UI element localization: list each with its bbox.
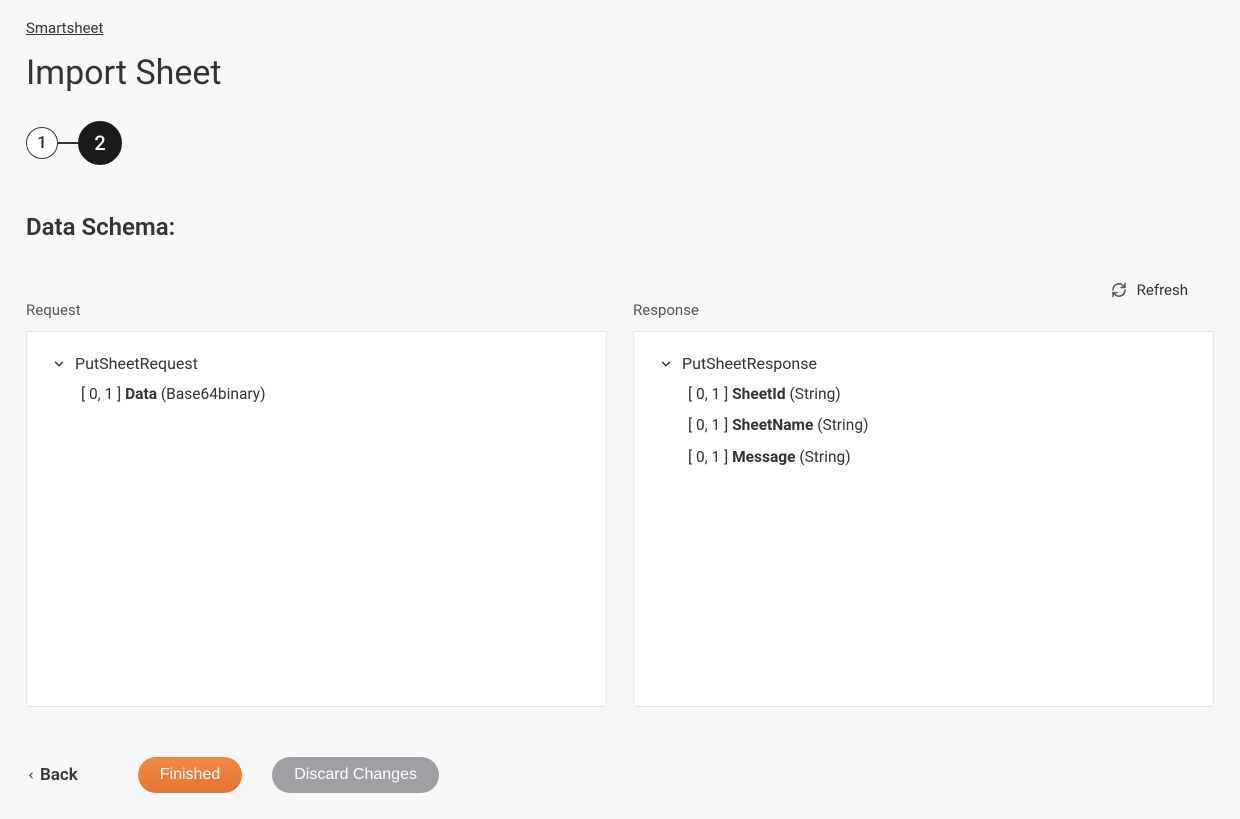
step-connector — [58, 142, 78, 144]
request-panel: PutSheetRequest [ 0, 1 ] Data (Base64bin… — [26, 331, 607, 707]
back-button[interactable]: Back — [26, 765, 78, 785]
section-heading-data-schema: Data Schema: — [26, 213, 1214, 241]
finished-button[interactable]: Finished — [138, 757, 242, 793]
stepper: 1 2 — [26, 121, 1214, 165]
discard-changes-button[interactable]: Discard Changes — [272, 757, 439, 793]
response-field-message[interactable]: [ 0, 1 ] Message (String) — [658, 446, 1189, 469]
chevron-down-icon — [658, 356, 674, 372]
request-field-data[interactable]: [ 0, 1 ] Data (Base64binary) — [51, 383, 582, 406]
response-root-label: PutSheetResponse — [682, 354, 817, 373]
chevron-down-icon — [51, 356, 67, 372]
step-2[interactable]: 2 — [78, 121, 122, 165]
request-root-label: PutSheetRequest — [75, 354, 198, 373]
breadcrumb-smartsheet[interactable]: Smartsheet — [26, 19, 103, 37]
refresh-label: Refresh — [1137, 281, 1188, 299]
request-root-node[interactable]: PutSheetRequest — [51, 354, 582, 373]
request-panel-label: Request — [26, 301, 607, 319]
response-root-node[interactable]: PutSheetResponse — [658, 354, 1189, 373]
response-field-sheetid[interactable]: [ 0, 1 ] SheetId (String) — [658, 383, 1189, 406]
back-label: Back — [40, 765, 78, 785]
footer-actions: Back Finished Discard Changes — [26, 757, 1214, 793]
page-title: Import Sheet — [26, 53, 1214, 93]
step-1[interactable]: 1 — [26, 127, 58, 159]
refresh-icon — [1111, 282, 1127, 298]
response-panel: PutSheetResponse [ 0, 1 ] SheetId (Strin… — [633, 331, 1214, 707]
chevron-left-icon — [26, 770, 36, 780]
response-panel-label: Response — [633, 301, 1214, 319]
refresh-button[interactable]: Refresh — [26, 281, 1214, 299]
response-field-sheetname[interactable]: [ 0, 1 ] SheetName (String) — [658, 414, 1189, 437]
